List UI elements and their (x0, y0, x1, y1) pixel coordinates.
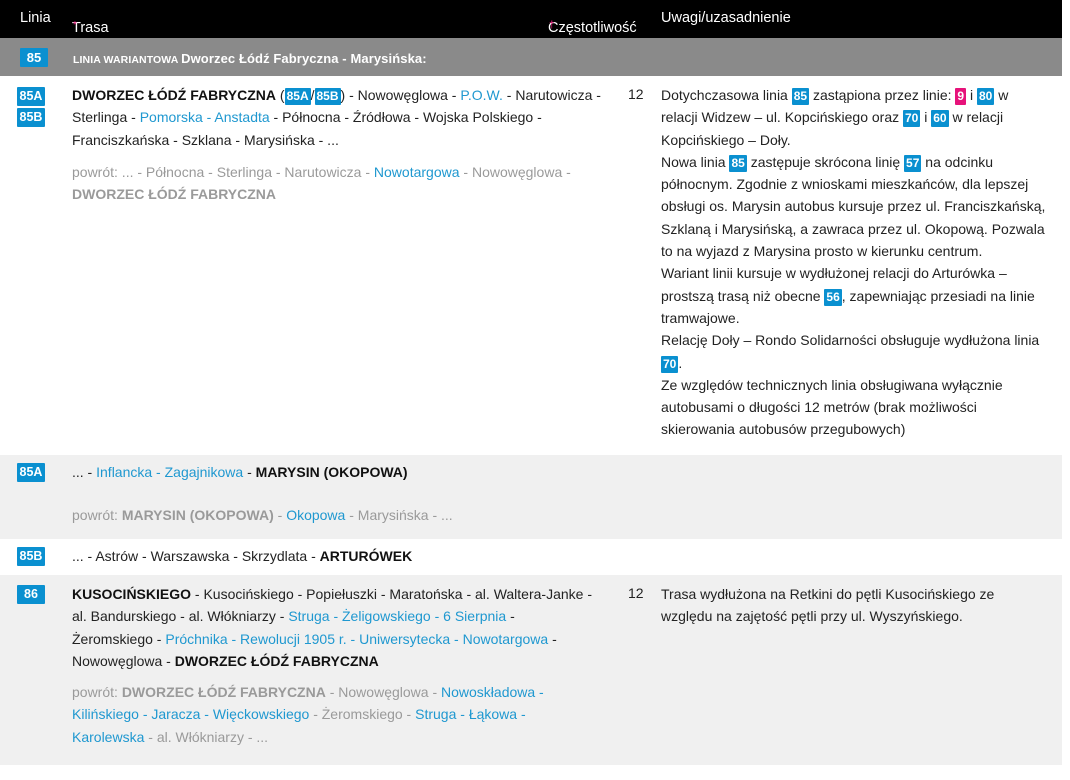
header-linia: Linia (20, 10, 51, 26)
route-text: DWORZEC ŁÓDŹ FABRYCZNA (85A/85B) - Nowow… (72, 87, 601, 148)
header-uwagi: Uwagi/uzasadnienie (661, 10, 791, 26)
stop-terminus: DWORZEC ŁÓDŹ FABRYCZNA (72, 87, 277, 103)
route-new-segment: Struga - Żeligowskiego - 6 Sierpnia (288, 608, 507, 625)
line-badge-85[interactable]: 85 (20, 48, 48, 67)
table-row-86: 86 KUSOCIŃSKIEGO - Kusocińskiego - Popie… (0, 574, 1062, 765)
route-new-segment: P.O.W. (460, 87, 503, 103)
inline-badge-85[interactable]: 85 (791, 88, 810, 105)
required-mark: * (73, 20, 77, 31)
line-badges: 85A (17, 463, 45, 484)
stop-terminus: MARYSIN (OKOPOWA) (255, 464, 408, 480)
line-badge-85b[interactable]: 85B (17, 108, 45, 127)
inline-badge-70[interactable]: 70 (903, 110, 921, 128)
stop-terminus: MARYSIN (OKOPOWA) (121, 507, 274, 523)
route-new-segment: Inflancka - Zagajnikowa (96, 464, 244, 480)
route-new-segment: Próchnika - Rewolucji 1905 r. - Uniwersy… (165, 630, 549, 647)
inline-badge-80[interactable]: 80 (976, 88, 995, 105)
line-badge-86[interactable]: 86 (17, 585, 45, 604)
stop-terminus: KUSOCIŃSKIEGO (72, 586, 192, 602)
table-header: Linia Trasa * Częstotliwość † Uwagi/uzasad… (0, 0, 1062, 38)
stop-terminus: ARTURÓWEK (319, 548, 413, 564)
inline-badge-56[interactable]: 56 (824, 288, 842, 306)
line-badges: 86 (17, 585, 45, 606)
table-row-85b: 85B ... - Astrów - Warszawska - Skrzydla… (0, 539, 1062, 574)
stop-terminus: DWORZEC ŁÓDŹ FABRYCZNA (121, 684, 326, 700)
route-new-segment: Okopowa (286, 507, 346, 523)
route-text: ... - Astrów - Warszawska - Skrzydlata -… (72, 548, 413, 564)
line-badge-85a[interactable]: 85A (17, 87, 45, 106)
route-new-segment: Nowotargowa (373, 164, 460, 180)
footnote-mark: † (549, 20, 555, 31)
inline-badge-85[interactable]: 85 (729, 154, 747, 172)
section-title: linia wariantowa Dworzec Łódź Fabryczna … (73, 51, 427, 66)
return-route-text: powrót: ... - Północna - Sterlinga - Nar… (72, 164, 571, 203)
section-header-85: 85 linia wariantowa Dworzec Łódź Fabrycz… (0, 38, 1062, 76)
line-badge-85a[interactable]: 85A (17, 463, 45, 482)
stop-terminus: DWORZEC ŁÓDŹ FABRYCZNA (72, 186, 277, 203)
notes-text: Trasa wydłużona na Retkini do pętli Kuso… (661, 586, 995, 625)
line-badges: 85B (17, 547, 45, 568)
route-new-segment: Pomorska - Anstadta (139, 109, 270, 126)
return-route-text: powrót: MARYSIN (OKOPOWA) - Okopowa - Ma… (72, 507, 453, 523)
table-row-85a: 85A ... - Inflancka - Zagajnikowa - MARY… (0, 454, 1062, 539)
inline-badge-9[interactable]: 9 (955, 88, 967, 105)
notes-text: Dotychczasowa linia 85 zastąpiona przez … (661, 87, 1046, 438)
route-text: ... - Inflancka - Zagajnikowa - MARYSIN … (72, 464, 408, 480)
inline-badge-57[interactable]: 57 (904, 154, 922, 172)
table-row-85ab: 85A 85B DWORZEC ŁÓDŹ FABRYCZNA (85A/85B)… (0, 76, 1062, 454)
stop-terminus: DWORZEC ŁÓDŹ FABRYCZNA (174, 652, 379, 669)
inline-badge-60[interactable]: 60 (931, 110, 949, 128)
line-badges: 85A 85B (17, 87, 45, 129)
route-text: KUSOCIŃSKIEGO - Kusocińskiego - Popiełus… (72, 586, 592, 669)
route-table: Linia Trasa * Częstotliwość † Uwagi/uzasad… (0, 0, 1062, 765)
inline-badge-85a[interactable]: 85A (284, 88, 311, 105)
frequency-value: 12 (628, 585, 644, 601)
line-badge-85b[interactable]: 85B (17, 547, 45, 566)
frequency-value: 12 (628, 86, 644, 102)
return-route-text: powrót: DWORZEC ŁÓDŹ FABRYCZNA - Nowowęg… (72, 684, 544, 745)
inline-badge-85b[interactable]: 85B (314, 88, 341, 105)
inline-badge-70[interactable]: 70 (661, 355, 679, 373)
